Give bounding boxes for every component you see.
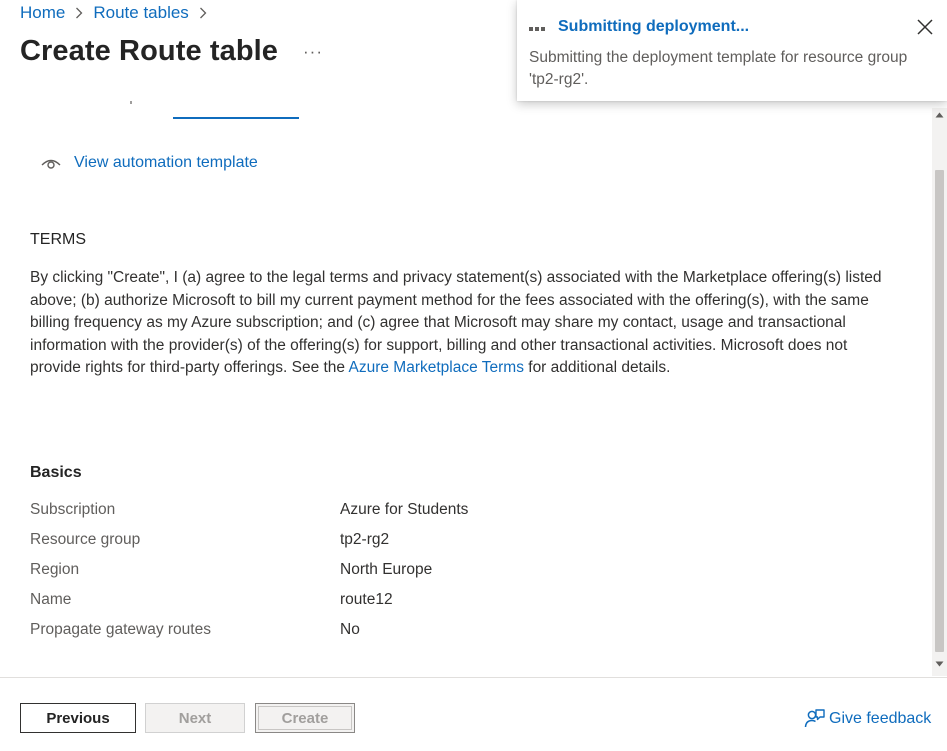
summary-value: No (340, 621, 360, 638)
next-button[interactable]: Next (145, 703, 245, 733)
summary-row-name: Name route12 (30, 591, 630, 613)
breadcrumb-route-tables-link[interactable]: Route tables (93, 3, 188, 23)
terms-text-part2: for additional details. (523, 359, 671, 377)
create-button-focus-ring (258, 706, 352, 730)
azure-marketplace-terms-link[interactable]: Azure Marketplace Terms (349, 359, 524, 376)
view-automation-template-link[interactable]: View automation template (40, 152, 258, 174)
summary-label: Resource group (30, 531, 141, 548)
create-button[interactable]: Create (255, 703, 355, 733)
summary-label: Region (30, 561, 80, 578)
summary-value: North Europe (340, 561, 433, 578)
view-automation-template-label: View automation template (74, 154, 258, 171)
summary-value: route12 (340, 591, 393, 608)
previous-button[interactable]: Previous (20, 703, 136, 733)
vertical-scrollbar[interactable] (932, 108, 947, 676)
deployment-notification[interactable]: Submitting deployment... Submitting the … (517, 0, 947, 101)
summary-label: Subscription (30, 501, 116, 518)
scroll-up-arrow-icon[interactable] (932, 112, 947, 122)
summary-value: Azure for Students (340, 501, 469, 518)
progress-dots-icon (529, 27, 545, 31)
more-options-button[interactable]: ··· (303, 42, 323, 62)
chevron-right-icon (199, 7, 207, 19)
summary-value: tp2-rg2 (340, 531, 390, 548)
close-icon[interactable] (917, 19, 933, 35)
notification-title: Submitting deployment... (558, 18, 750, 35)
summary-row-region: Region North Europe (30, 561, 630, 583)
notification-message: Submitting the deployment template for r… (529, 49, 908, 88)
active-tab-indicator (173, 117, 299, 119)
person-feedback-icon (804, 708, 826, 730)
scroll-down-arrow-icon[interactable] (932, 661, 947, 671)
give-feedback-link[interactable]: Give feedback (804, 708, 931, 730)
breadcrumb: Home Route tables (20, 3, 217, 23)
tab-label-fragment (116, 96, 136, 104)
scrollbar-thumb[interactable] (935, 170, 944, 652)
chevron-right-icon (75, 7, 83, 19)
terms-heading: TERMS (30, 231, 86, 248)
summary-row-propagate-gateway-routes: Propagate gateway routes No (30, 621, 630, 643)
summary-row-subscription: Subscription Azure for Students (30, 501, 630, 523)
breadcrumb-home-link[interactable]: Home (20, 3, 65, 23)
page-title: Create Route table (20, 35, 279, 67)
footer-divider (0, 677, 947, 678)
eye-icon (40, 155, 62, 171)
summary-label: Propagate gateway routes (30, 621, 211, 638)
summary-row-resource-group: Resource group tp2-rg2 (30, 531, 630, 553)
basics-heading: Basics (30, 464, 82, 481)
give-feedback-label: Give feedback (829, 710, 932, 727)
terms-text: By clicking "Create", I (a) agree to the… (30, 267, 890, 380)
summary-label: Name (30, 591, 72, 608)
